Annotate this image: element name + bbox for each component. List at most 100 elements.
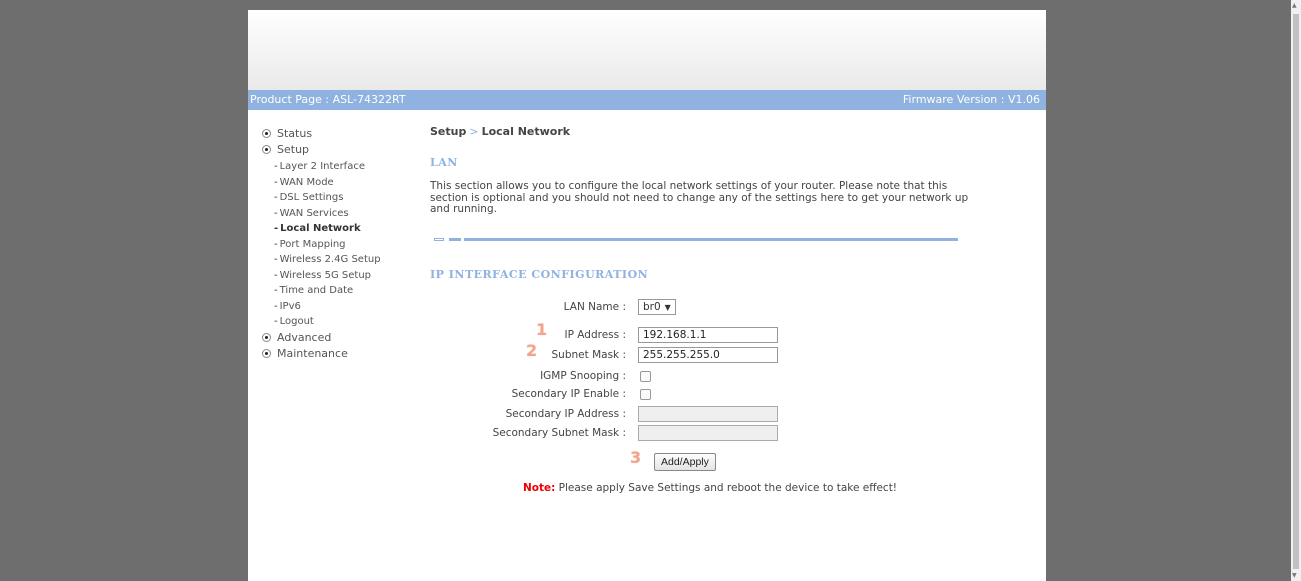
dash-icon: - <box>274 254 278 265</box>
igmp-snooping-checkbox[interactable] <box>640 370 651 382</box>
firmware-version: V1.06 <box>1007 93 1040 106</box>
ip-address-label: IP Address : <box>564 329 626 341</box>
subitem-label: Layer 2 Interface <box>279 161 365 172</box>
subitem-label: Wireless 2.4G Setup <box>279 254 381 265</box>
divider-segment <box>464 238 958 241</box>
lan-name-label: LAN Name : <box>563 301 626 313</box>
subitem-label: WAN Services <box>279 207 349 219</box>
dash-icon: - <box>274 192 278 203</box>
sidebar-subitem-layer2-interface[interactable]: - Layer 2 Interface <box>262 159 412 175</box>
step-3-marker: 3 <box>630 448 642 467</box>
breadcrumb: Setup > Local Network <box>430 125 990 141</box>
firmware-label: Firmware Version : <box>902 93 1008 106</box>
sidebar-subitem-wireless-5g[interactable]: - Wireless 5G Setup <box>262 268 412 284</box>
section-divider <box>434 238 958 242</box>
sidebar-subitem-local-network[interactable]: - Local Network <box>262 221 412 237</box>
secondary-ip-address-input[interactable] <box>638 406 778 422</box>
lan-section-title: LAN <box>430 156 458 169</box>
sidebar-subitem-dsl-settings[interactable]: - DSL Settings <box>262 190 412 206</box>
lan-name-select[interactable]: br0 ▼ <box>638 299 676 315</box>
sidebar-item-setup[interactable]: Setup <box>262 141 412 157</box>
bullet-icon <box>262 333 271 342</box>
breadcrumb-current: Local Network <box>481 125 571 138</box>
firmware-info: Firmware Version : V1.06 <box>903 90 1040 110</box>
add-apply-button[interactable]: Add/Apply <box>654 453 716 471</box>
lan-description: This section allows you to configure the… <box>430 180 969 215</box>
sidebar-subitem-wan-services[interactable]: - WAN Services <box>262 206 412 222</box>
secondary-subnet-row: Secondary Subnet Mask : <box>430 424 990 442</box>
ip-config-title: IP INTERFACE CONFIGURATION <box>430 268 649 281</box>
dash-icon: - <box>274 176 278 188</box>
sidebar-subitem-time-date[interactable]: - Time and Date <box>262 283 412 299</box>
dash-icon: - <box>274 207 278 219</box>
sidebar-item-status[interactable]: Status <box>262 125 412 141</box>
sidebar-subitem-port-mapping[interactable]: - Port Mapping <box>262 237 412 253</box>
secondary-ip-enable-row: Secondary IP Enable : <box>430 385 990 403</box>
subnet-mask-row: 2 Subnet Mask : <box>430 341 990 364</box>
secondary-subnet-label: Secondary Subnet Mask : <box>492 427 626 439</box>
main-content: Setup > Local Network LAN This section all… <box>430 125 990 494</box>
product-name: ASL-74322RT <box>332 93 406 106</box>
dash-icon: - <box>274 238 278 250</box>
subitem-label: Port Mapping <box>279 238 346 250</box>
chevron-down-icon: ▼ <box>664 302 671 312</box>
subitem-label: Local Network <box>280 223 361 234</box>
router-page: Product Page : ASL-74322RT Firmware Vers… <box>248 10 1046 581</box>
product-label: Product Page : <box>250 93 333 106</box>
bullet-icon <box>262 128 271 138</box>
bullet-icon <box>262 144 271 154</box>
divider-segment <box>434 238 444 241</box>
subitem-label: DSL Settings <box>279 192 344 203</box>
sidebar-subitem-logout[interactable]: - Logout <box>262 314 412 330</box>
dash-icon: - <box>274 300 278 312</box>
sidebar-item-maintenance[interactable]: Maintenance <box>262 346 412 362</box>
sidebar-item-advanced[interactable]: Advanced <box>262 330 412 346</box>
lan-name-value: br0 <box>643 301 661 313</box>
sidebar-subitem-ipv6[interactable]: - IPv6 <box>262 299 412 315</box>
secondary-ip-enable-label: Secondary IP Enable : <box>511 388 626 400</box>
header-banner <box>248 10 1046 90</box>
ip-address-input[interactable] <box>638 327 778 343</box>
subitem-label: IPv6 <box>279 300 301 312</box>
sidebar-nav: Status Setup - Layer 2 Interface - WAN Mod… <box>262 125 412 362</box>
page-scrollbar[interactable]: ▲ ▼ <box>1291 0 1301 581</box>
secondary-ip-address-row: Secondary IP Address : <box>430 405 990 423</box>
sidebar-item-label: Setup <box>277 142 310 156</box>
subitem-label: WAN Mode <box>279 176 334 188</box>
note-text: Please apply Save Settings and reboot th… <box>555 482 898 494</box>
sidebar-subitem-wan-mode[interactable]: - WAN Mode <box>262 175 412 191</box>
subitem-label: Wireless 5G Setup <box>279 269 372 281</box>
lan-name-row: LAN Name : br0 ▼ <box>430 298 990 316</box>
dash-icon: - <box>274 285 278 296</box>
note-message: Note: Please apply Save Settings and reb… <box>430 482 990 494</box>
divider-segment <box>449 238 461 241</box>
ip-address-row: 1 IP Address : <box>430 320 990 344</box>
dash-icon: - <box>274 223 279 234</box>
secondary-ip-enable-checkbox[interactable] <box>640 388 651 400</box>
title-bar: Product Page : ASL-74322RT Firmware Vers… <box>248 90 1046 110</box>
subnet-mask-input[interactable] <box>638 347 778 363</box>
bullet-icon <box>262 349 271 358</box>
apply-row: 3 Add/Apply <box>430 448 990 471</box>
product-info: Product Page : ASL-74322RT <box>250 90 406 110</box>
sidebar-item-label: Maintenance <box>277 347 348 360</box>
sidebar-item-label: Advanced <box>277 331 332 344</box>
sidebar-item-label: Status <box>277 126 313 140</box>
scrollbar-thumb[interactable] <box>1293 14 1299 569</box>
subitem-label: Logout <box>279 316 314 327</box>
breadcrumb-parent[interactable]: Setup <box>430 125 466 138</box>
igmp-snooping-row: IGMP Snooping : <box>430 367 990 385</box>
subnet-mask-label: Subnet Mask : <box>551 349 626 361</box>
secondary-subnet-input[interactable] <box>638 425 778 441</box>
secondary-ip-address-label: Secondary IP Address : <box>505 408 626 420</box>
scroll-down-icon[interactable]: ▼ <box>1292 572 1297 579</box>
igmp-snooping-label: IGMP Snooping : <box>540 370 626 382</box>
subitem-label: Time and Date <box>279 285 354 296</box>
note-label: Note: <box>522 482 556 494</box>
breadcrumb-separator: > <box>469 125 479 138</box>
scroll-up-icon[interactable]: ▲ <box>1292 2 1297 9</box>
dash-icon: - <box>274 316 278 327</box>
dash-icon: - <box>274 161 278 172</box>
dash-icon: - <box>274 269 278 281</box>
sidebar-subitem-wireless-24g[interactable]: - Wireless 2.4G Setup <box>262 252 412 268</box>
